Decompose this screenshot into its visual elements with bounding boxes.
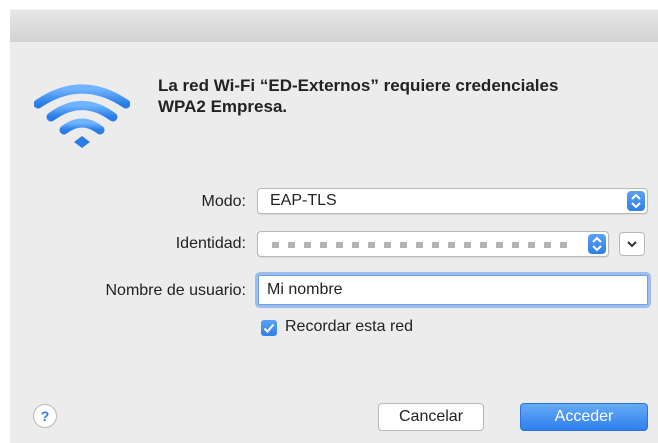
wifi-credentials-dialog: La red Wi-Fi “ED-Externos” requiere cred… — [10, 42, 658, 443]
cancel-button[interactable]: Cancelar — [378, 403, 484, 431]
identidad-value-redacted — [272, 242, 572, 248]
modo-label: Modo: — [201, 193, 246, 210]
modo-select[interactable]: EAP-TLS — [257, 188, 648, 214]
identidad-label: Identidad: — [175, 235, 246, 252]
wifi-icon — [34, 84, 130, 148]
usuario-field — [258, 275, 648, 305]
usuario-input[interactable] — [259, 276, 647, 304]
identidad-options-button[interactable] — [619, 232, 645, 256]
recordar-label[interactable]: Recordar esta red — [285, 318, 413, 336]
recordar-checkbox[interactable] — [261, 320, 277, 336]
modo-value: EAP-TLS — [270, 192, 337, 209]
identidad-stepper-icon — [588, 234, 606, 254]
chevron-down-icon — [627, 241, 637, 248]
accept-button[interactable]: Acceder — [520, 403, 648, 431]
help-button[interactable]: ? — [33, 404, 57, 428]
identidad-select[interactable] — [257, 231, 609, 257]
window-titlebar[interactable] — [10, 9, 658, 43]
usuario-label: Nombre de usuario: — [105, 282, 246, 299]
checkmark-icon — [263, 323, 275, 333]
dialog-message: La red Wi-Fi “ED-Externos” requiere cred… — [158, 76, 559, 116]
modo-stepper-icon — [627, 191, 645, 211]
